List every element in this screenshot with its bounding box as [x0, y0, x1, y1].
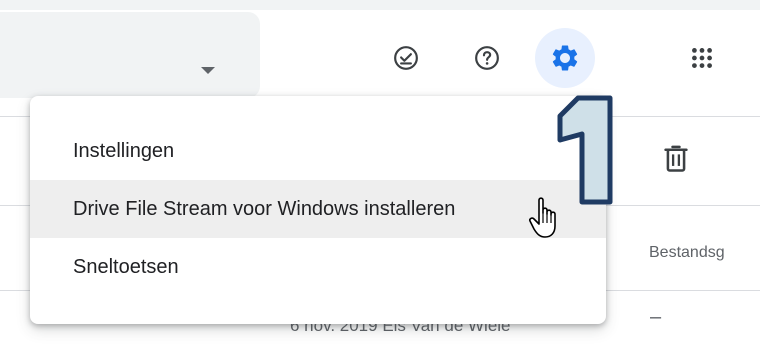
settings-button[interactable] — [535, 28, 595, 88]
row-size-value: – — [650, 306, 662, 328]
menu-item-settings[interactable]: Instellingen — [30, 122, 606, 180]
settings-menu: Instellingen Drive File Stream voor Wind… — [30, 96, 606, 324]
menu-item-label: Drive File Stream voor Windows installer… — [73, 197, 456, 220]
search-box[interactable] — [0, 12, 260, 98]
menu-item-keyboard-shortcuts[interactable]: Sneltoetsen — [30, 238, 606, 296]
menu-item-label: Sneltoetsen — [73, 255, 179, 278]
apps-grid-icon — [692, 48, 712, 68]
hand-pointer-icon — [529, 197, 556, 238]
apps-button[interactable] — [678, 34, 726, 82]
top-strip — [0, 0, 760, 10]
step-number-badge — [557, 95, 613, 205]
column-header-size[interactable]: Bestandsg — [649, 244, 725, 262]
delete-button[interactable] — [662, 144, 690, 179]
offline-ready-button[interactable] — [382, 34, 430, 82]
help-icon — [475, 46, 499, 70]
check-circle-icon — [394, 46, 418, 70]
menu-item-label: Instellingen — [73, 139, 175, 162]
menu-item-install-drive-file-stream[interactable]: Drive File Stream voor Windows installer… — [30, 180, 606, 238]
caret-down-icon[interactable] — [201, 67, 215, 74]
gear-icon — [552, 45, 578, 71]
trash-icon — [664, 145, 688, 172]
help-button[interactable] — [463, 34, 511, 82]
drive-window: Bestandsg – 6 nov. 2019 Els Van de Wiele… — [0, 0, 760, 344]
